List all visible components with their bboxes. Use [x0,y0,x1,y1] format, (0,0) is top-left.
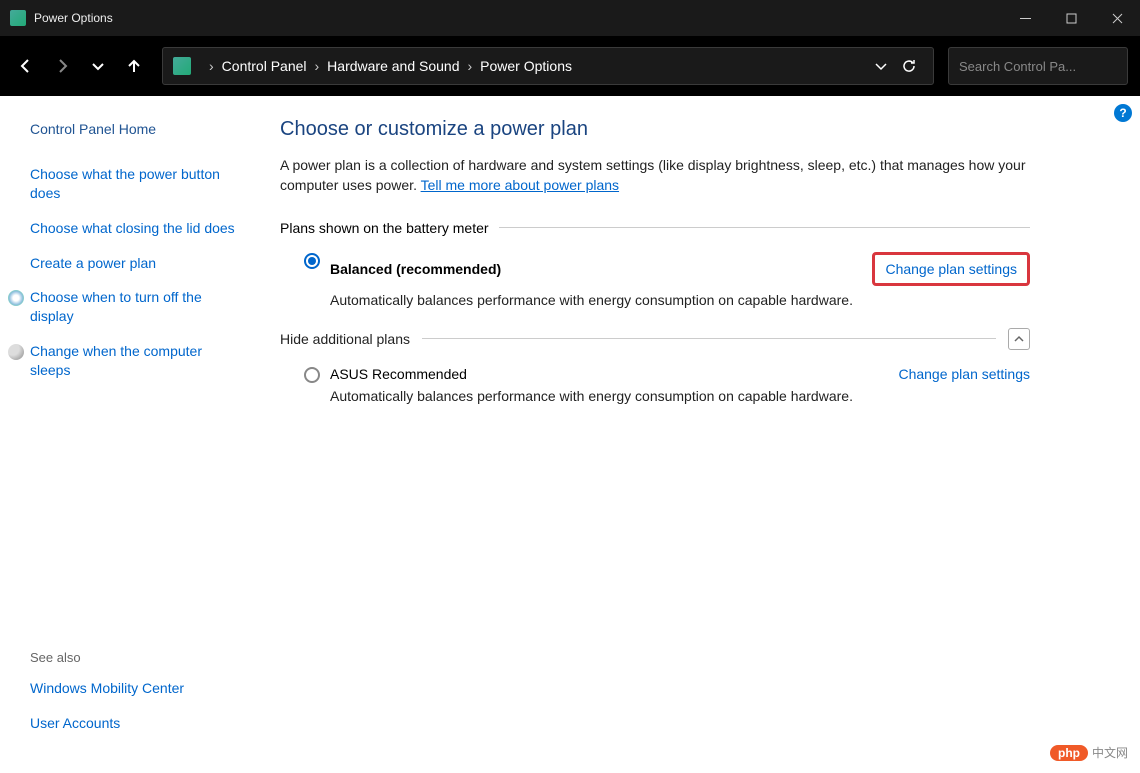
sidebar-link-closing-lid[interactable]: Choose what closing the lid does [30,219,238,238]
window-title: Power Options [34,11,1002,25]
nav-toolbar: › Control Panel › Hardware and Sound › P… [0,36,1140,96]
watermark-pill: php [1050,745,1088,761]
moon-icon [8,344,24,360]
refresh-button[interactable] [895,52,923,80]
change-plan-settings-balanced[interactable]: Change plan settings [872,252,1030,286]
search-input[interactable] [959,59,1135,74]
divider [499,227,1030,228]
change-plan-settings-asus[interactable]: Change plan settings [898,366,1030,382]
address-dropdown-icon[interactable] [867,52,895,80]
collapse-icon[interactable] [1008,328,1030,350]
minimize-button[interactable] [1002,0,1048,36]
plan-balanced: Balanced (recommended) Change plan setti… [280,252,1030,308]
app-icon [10,10,26,26]
plan-asus: ASUS Recommended Change plan settings Au… [280,366,1030,404]
control-panel-home-link[interactable]: Control Panel Home [30,120,238,139]
page-heading: Choose or customize a power plan [280,118,1030,141]
search-box[interactable] [948,47,1128,85]
page-description: A power plan is a collection of hardware… [280,155,1030,196]
radio-balanced[interactable] [304,253,320,269]
divider [422,338,996,339]
hide-plans-label: Hide additional plans [280,331,410,347]
control-panel-icon [173,57,191,75]
plans-section-label: Plans shown on the battery meter [280,220,489,236]
watermark: php 中文网 [1050,744,1128,761]
back-button[interactable] [12,52,40,80]
sidebar-link-computer-sleeps[interactable]: Change when the computer sleeps [30,342,238,380]
forward-button[interactable] [48,52,76,80]
clock-icon [8,290,24,306]
description-text: A power plan is a collection of hardware… [280,157,1026,193]
chevron-right-icon: › [315,58,320,74]
window-titlebar: Power Options [0,0,1140,36]
recent-dropdown[interactable] [84,52,112,80]
plan-asus-name[interactable]: ASUS Recommended [330,366,467,382]
breadcrumb-root[interactable]: Control Panel [222,58,307,74]
address-bar[interactable]: › Control Panel › Hardware and Sound › P… [162,47,934,85]
help-icon[interactable]: ? [1114,104,1132,122]
chevron-right-icon: › [467,58,472,74]
radio-asus[interactable] [304,367,320,383]
plans-section-header: Plans shown on the battery meter [280,220,1030,236]
tell-me-more-link[interactable]: Tell me more about power plans [421,177,619,193]
sidebar-link-mobility-center[interactable]: Windows Mobility Center [30,679,238,698]
chevron-right-icon: › [209,58,214,74]
breadcrumb-mid[interactable]: Hardware and Sound [327,58,459,74]
plan-asus-desc: Automatically balances performance with … [330,388,1030,404]
watermark-text: 中文网 [1092,744,1128,761]
plan-balanced-name[interactable]: Balanced (recommended) [330,261,501,277]
up-button[interactable] [120,52,148,80]
see-also-label: See also [30,650,238,665]
sidebar-link-turn-off-display[interactable]: Choose when to turn off the display [30,288,238,326]
main-panel: Choose or customize a power plan A power… [254,96,1140,773]
close-button[interactable] [1094,0,1140,36]
sidebar-link-power-button[interactable]: Choose what the power button does [30,165,238,203]
sidebar-link-create-plan[interactable]: Create a power plan [30,254,238,273]
breadcrumb-leaf[interactable]: Power Options [480,58,572,74]
sidebar: Control Panel Home Choose what the power… [0,96,254,773]
hide-additional-plans-toggle[interactable]: Hide additional plans [280,328,1030,350]
maximize-button[interactable] [1048,0,1094,36]
plan-balanced-desc: Automatically balances performance with … [330,292,1030,308]
sidebar-link-user-accounts[interactable]: User Accounts [30,714,238,733]
content-area: ? Control Panel Home Choose what the pow… [0,96,1140,773]
